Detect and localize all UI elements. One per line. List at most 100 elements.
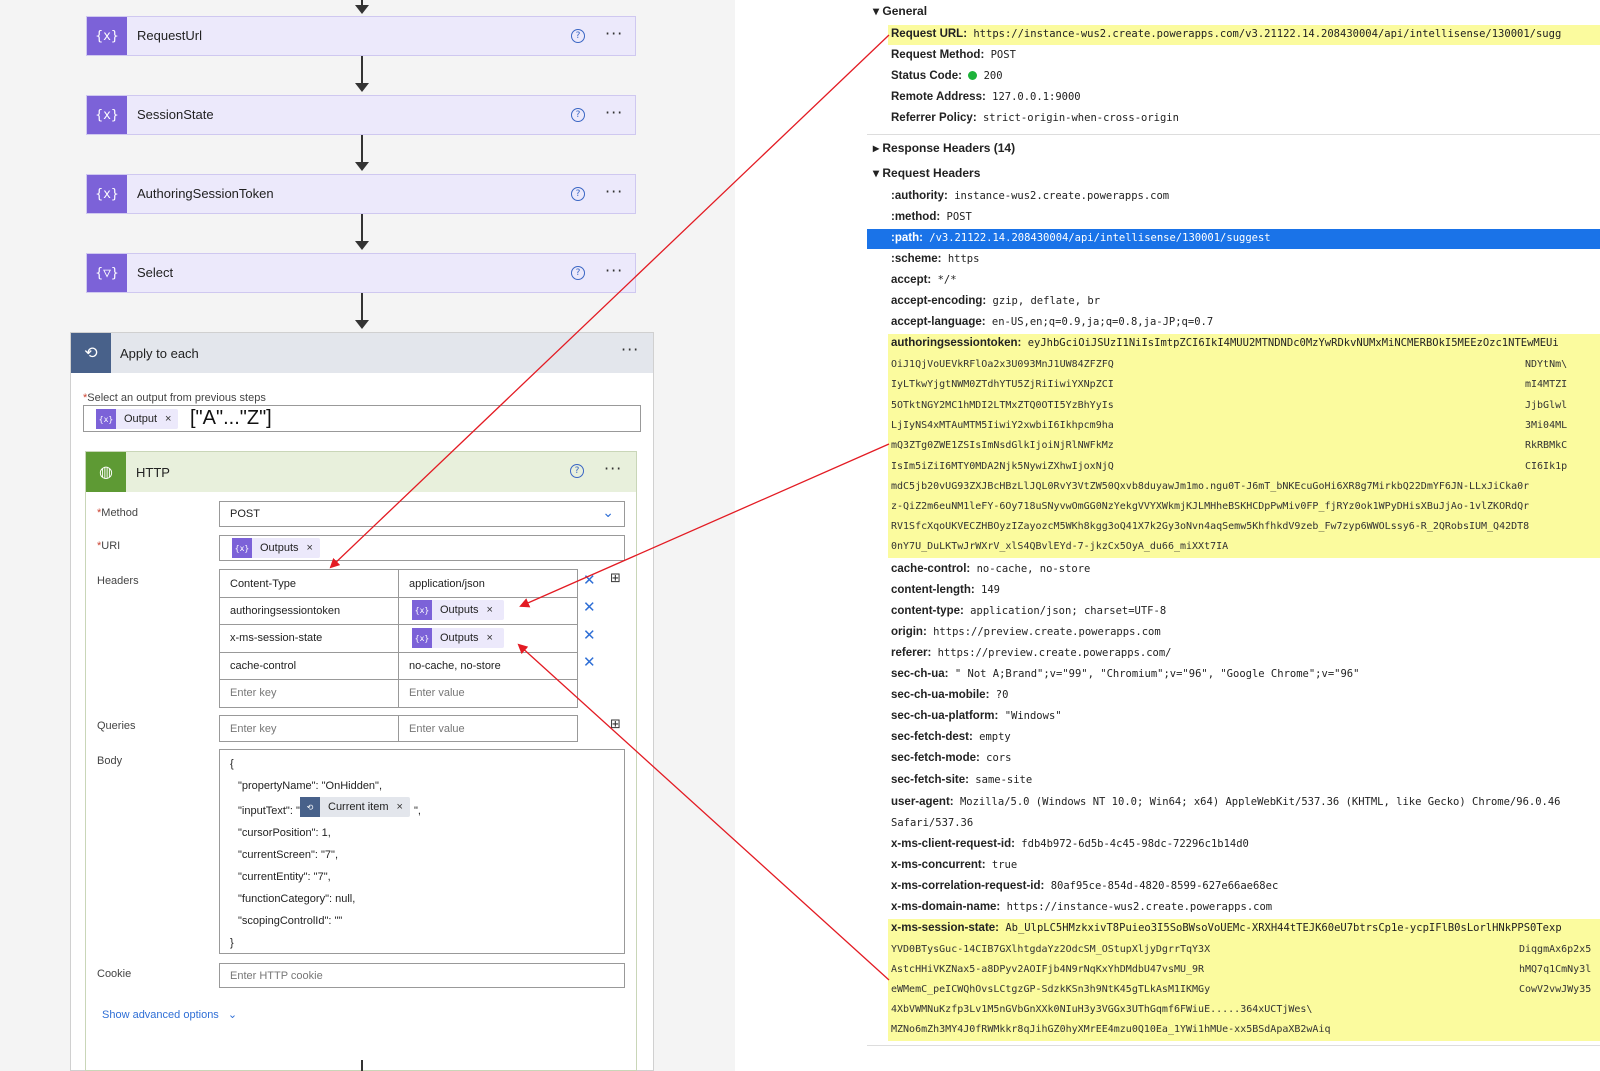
variable-icon: {x} <box>412 628 432 648</box>
current-item-token[interactable]: ⟲ Current item × <box>300 797 410 817</box>
header-outputs-token[interactable]: {x} Outputs × <box>412 628 504 648</box>
more-options-icon[interactable]: ··· <box>621 340 639 359</box>
remove-token-icon[interactable]: × <box>165 413 171 425</box>
header-row: :authority: instance-wus2.create.powerap… <box>891 190 1170 202</box>
output-token[interactable]: {x} Output × <box>96 409 178 429</box>
queries-label: Queries <box>97 720 136 732</box>
step-title: Select <box>137 265 174 280</box>
chevron-down-icon: ⌄ <box>602 504 614 520</box>
method-select[interactable]: POST ⌄ <box>219 501 625 527</box>
header-value[interactable]: application/json <box>399 578 485 590</box>
switch-mode-icon[interactable]: ⊞ <box>610 571 621 586</box>
body-editor[interactable]: { "propertyName": "OnHidden", "inputText… <box>219 749 625 954</box>
general-section-toggle[interactable]: ▾ General <box>873 4 927 18</box>
help-icon[interactable]: ? <box>571 29 585 43</box>
header-row: origin: https://preview.create.powerapps… <box>891 626 1161 638</box>
uri-outputs-token[interactable]: {x} Outputs × <box>232 538 320 558</box>
more-options-icon[interactable]: ··· <box>605 182 623 201</box>
header-key[interactable]: cache-control <box>220 660 296 672</box>
header-row: cache-control: no-cache, no-store <box>891 563 1091 575</box>
http-header[interactable]: ◍ HTTP ? ··· <box>86 452 636 492</box>
step-title: RequestUrl <box>137 28 203 43</box>
apply-title: Apply to each <box>120 346 199 361</box>
variable-icon: {x} <box>412 600 432 620</box>
header-row: referer: https://preview.create.powerapp… <box>891 647 1172 659</box>
header-row: content-type: application/json; charset=… <box>891 605 1167 617</box>
delete-row-icon[interactable]: ✕ <box>583 653 596 671</box>
session-state-row: x-ms-session-state: Ab_UlpLC5HMzkxivT8Pu… <box>891 922 1562 934</box>
header-row: sec-ch-ua-mobile: ?0 <box>891 689 1009 701</box>
variable-icon: {x} <box>232 538 252 558</box>
switch-mode-icon[interactable]: ⊞ <box>610 717 621 732</box>
header-outputs-token[interactable]: {x} Outputs × <box>412 600 504 620</box>
step-title: SessionState <box>137 107 214 122</box>
query-value-input[interactable]: Enter value <box>399 723 465 735</box>
select-output-field[interactable]: {x} Output × ["A"..."Z"] <box>83 405 641 432</box>
step-session-state[interactable]: {x} SessionState ? ··· <box>86 95 636 135</box>
more-options-icon[interactable]: ··· <box>604 459 622 478</box>
variable-icon: {x} <box>87 175 127 213</box>
remove-token-icon[interactable]: × <box>307 542 313 554</box>
apply-to-each-header[interactable]: ⟲ Apply to each ··· <box>71 333 653 373</box>
delete-row-icon[interactable]: ✕ <box>583 571 596 589</box>
select-output-label: *Select an output from previous steps <box>83 392 266 404</box>
more-options-icon[interactable]: ··· <box>605 261 623 280</box>
remove-token-icon[interactable]: × <box>487 604 493 616</box>
header-row-selected[interactable]: :path: /v3.21122.14.208430004/api/intell… <box>891 232 1271 244</box>
connector <box>361 1060 363 1071</box>
query-key-input[interactable]: Enter key <box>220 723 276 735</box>
queries-table: Enter key Enter value <box>219 715 578 742</box>
body-label: Body <box>97 755 123 767</box>
http-action: ◍ HTTP ? ··· *Method POST ⌄ *URI {x} Out… <box>85 451 637 1071</box>
header-value-input[interactable]: Enter value <box>399 687 465 699</box>
header-row: x-ms-domain-name: https://instance-wus2.… <box>891 901 1273 913</box>
uri-label: *URI <box>97 540 121 552</box>
remove-token-icon[interactable]: × <box>397 801 403 813</box>
remove-token-icon[interactable]: × <box>487 632 493 644</box>
connector-arrow <box>355 320 369 329</box>
output-annotation: ["A"..."Z"] <box>190 407 272 429</box>
flow-designer: {x} RequestUrl ? ··· {x} SessionState ? … <box>0 0 735 1071</box>
header-row: x-ms-concurrent: true <box>891 859 1018 871</box>
help-icon[interactable]: ? <box>571 266 585 280</box>
header-row: sec-fetch-site: same-site <box>891 774 1033 786</box>
help-icon[interactable]: ? <box>571 108 585 122</box>
header-key[interactable]: Content-Type <box>220 578 296 590</box>
more-options-icon[interactable]: ··· <box>605 24 623 43</box>
help-icon[interactable]: ? <box>571 187 585 201</box>
header-value[interactable]: no-cache, no-store <box>399 660 501 672</box>
header-row: accept-encoding: gzip, deflate, br <box>891 295 1101 307</box>
header-key[interactable]: x-ms-session-state <box>220 632 322 644</box>
step-request-url[interactable]: {x} RequestUrl ? ··· <box>86 16 636 56</box>
authoringsessiontoken-row: authoringsessiontoken: eyJhbGciOiJSUzI1N… <box>891 337 1559 349</box>
header-key-input[interactable]: Enter key <box>220 687 276 699</box>
header-row: sec-ch-ua: " Not A;Brand";v="99", "Chrom… <box>891 668 1360 680</box>
show-advanced-options-link[interactable]: Show advanced options ⌄ <box>102 1008 237 1021</box>
delete-row-icon[interactable]: ✕ <box>583 626 596 644</box>
chevron-down-icon: ⌄ <box>227 1009 238 1021</box>
header-row: accept: */* <box>891 274 957 286</box>
referrer-policy-row: Referrer Policy: strict-origin-when-cros… <box>891 112 1179 124</box>
response-headers-toggle[interactable]: ▸ Response Headers (14) <box>873 141 1015 155</box>
status-ok-icon <box>968 71 978 80</box>
connector <box>361 293 363 320</box>
uri-field[interactable]: {x} Outputs × <box>219 535 625 561</box>
cookie-input[interactable]: Enter HTTP cookie <box>219 963 625 988</box>
request-headers-toggle[interactable]: ▾ Request Headers <box>873 166 980 180</box>
request-url-row: Request URL: https://instance-wus2.creat… <box>891 28 1562 40</box>
header-key[interactable]: authoringsessiontoken <box>220 605 340 617</box>
connector-arrow <box>355 83 369 92</box>
loop-icon: ⟲ <box>300 797 320 817</box>
delete-row-icon[interactable]: ✕ <box>583 598 596 616</box>
connector-arrow <box>355 241 369 250</box>
header-row: x-ms-correlation-request-id: 80af95ce-85… <box>891 880 1279 892</box>
header-row: user-agent: Mozilla/5.0 (Windows NT 10.0… <box>891 796 1561 808</box>
apply-to-each: ⟲ Apply to each ··· *Select an output fr… <box>70 332 654 1071</box>
step-authoring-session-token[interactable]: {x} AuthoringSessionToken ? ··· <box>86 174 636 214</box>
header-row: accept-language: en-US,en;q=0.9,ja;q=0.8… <box>891 316 1214 328</box>
help-icon[interactable]: ? <box>570 464 584 478</box>
step-select[interactable]: {▽} Select ? ··· <box>86 253 636 293</box>
status-code-row: Status Code: 200 <box>891 70 1003 82</box>
header-row-continued: Safari/537.36 <box>891 817 974 829</box>
more-options-icon[interactable]: ··· <box>605 103 623 122</box>
